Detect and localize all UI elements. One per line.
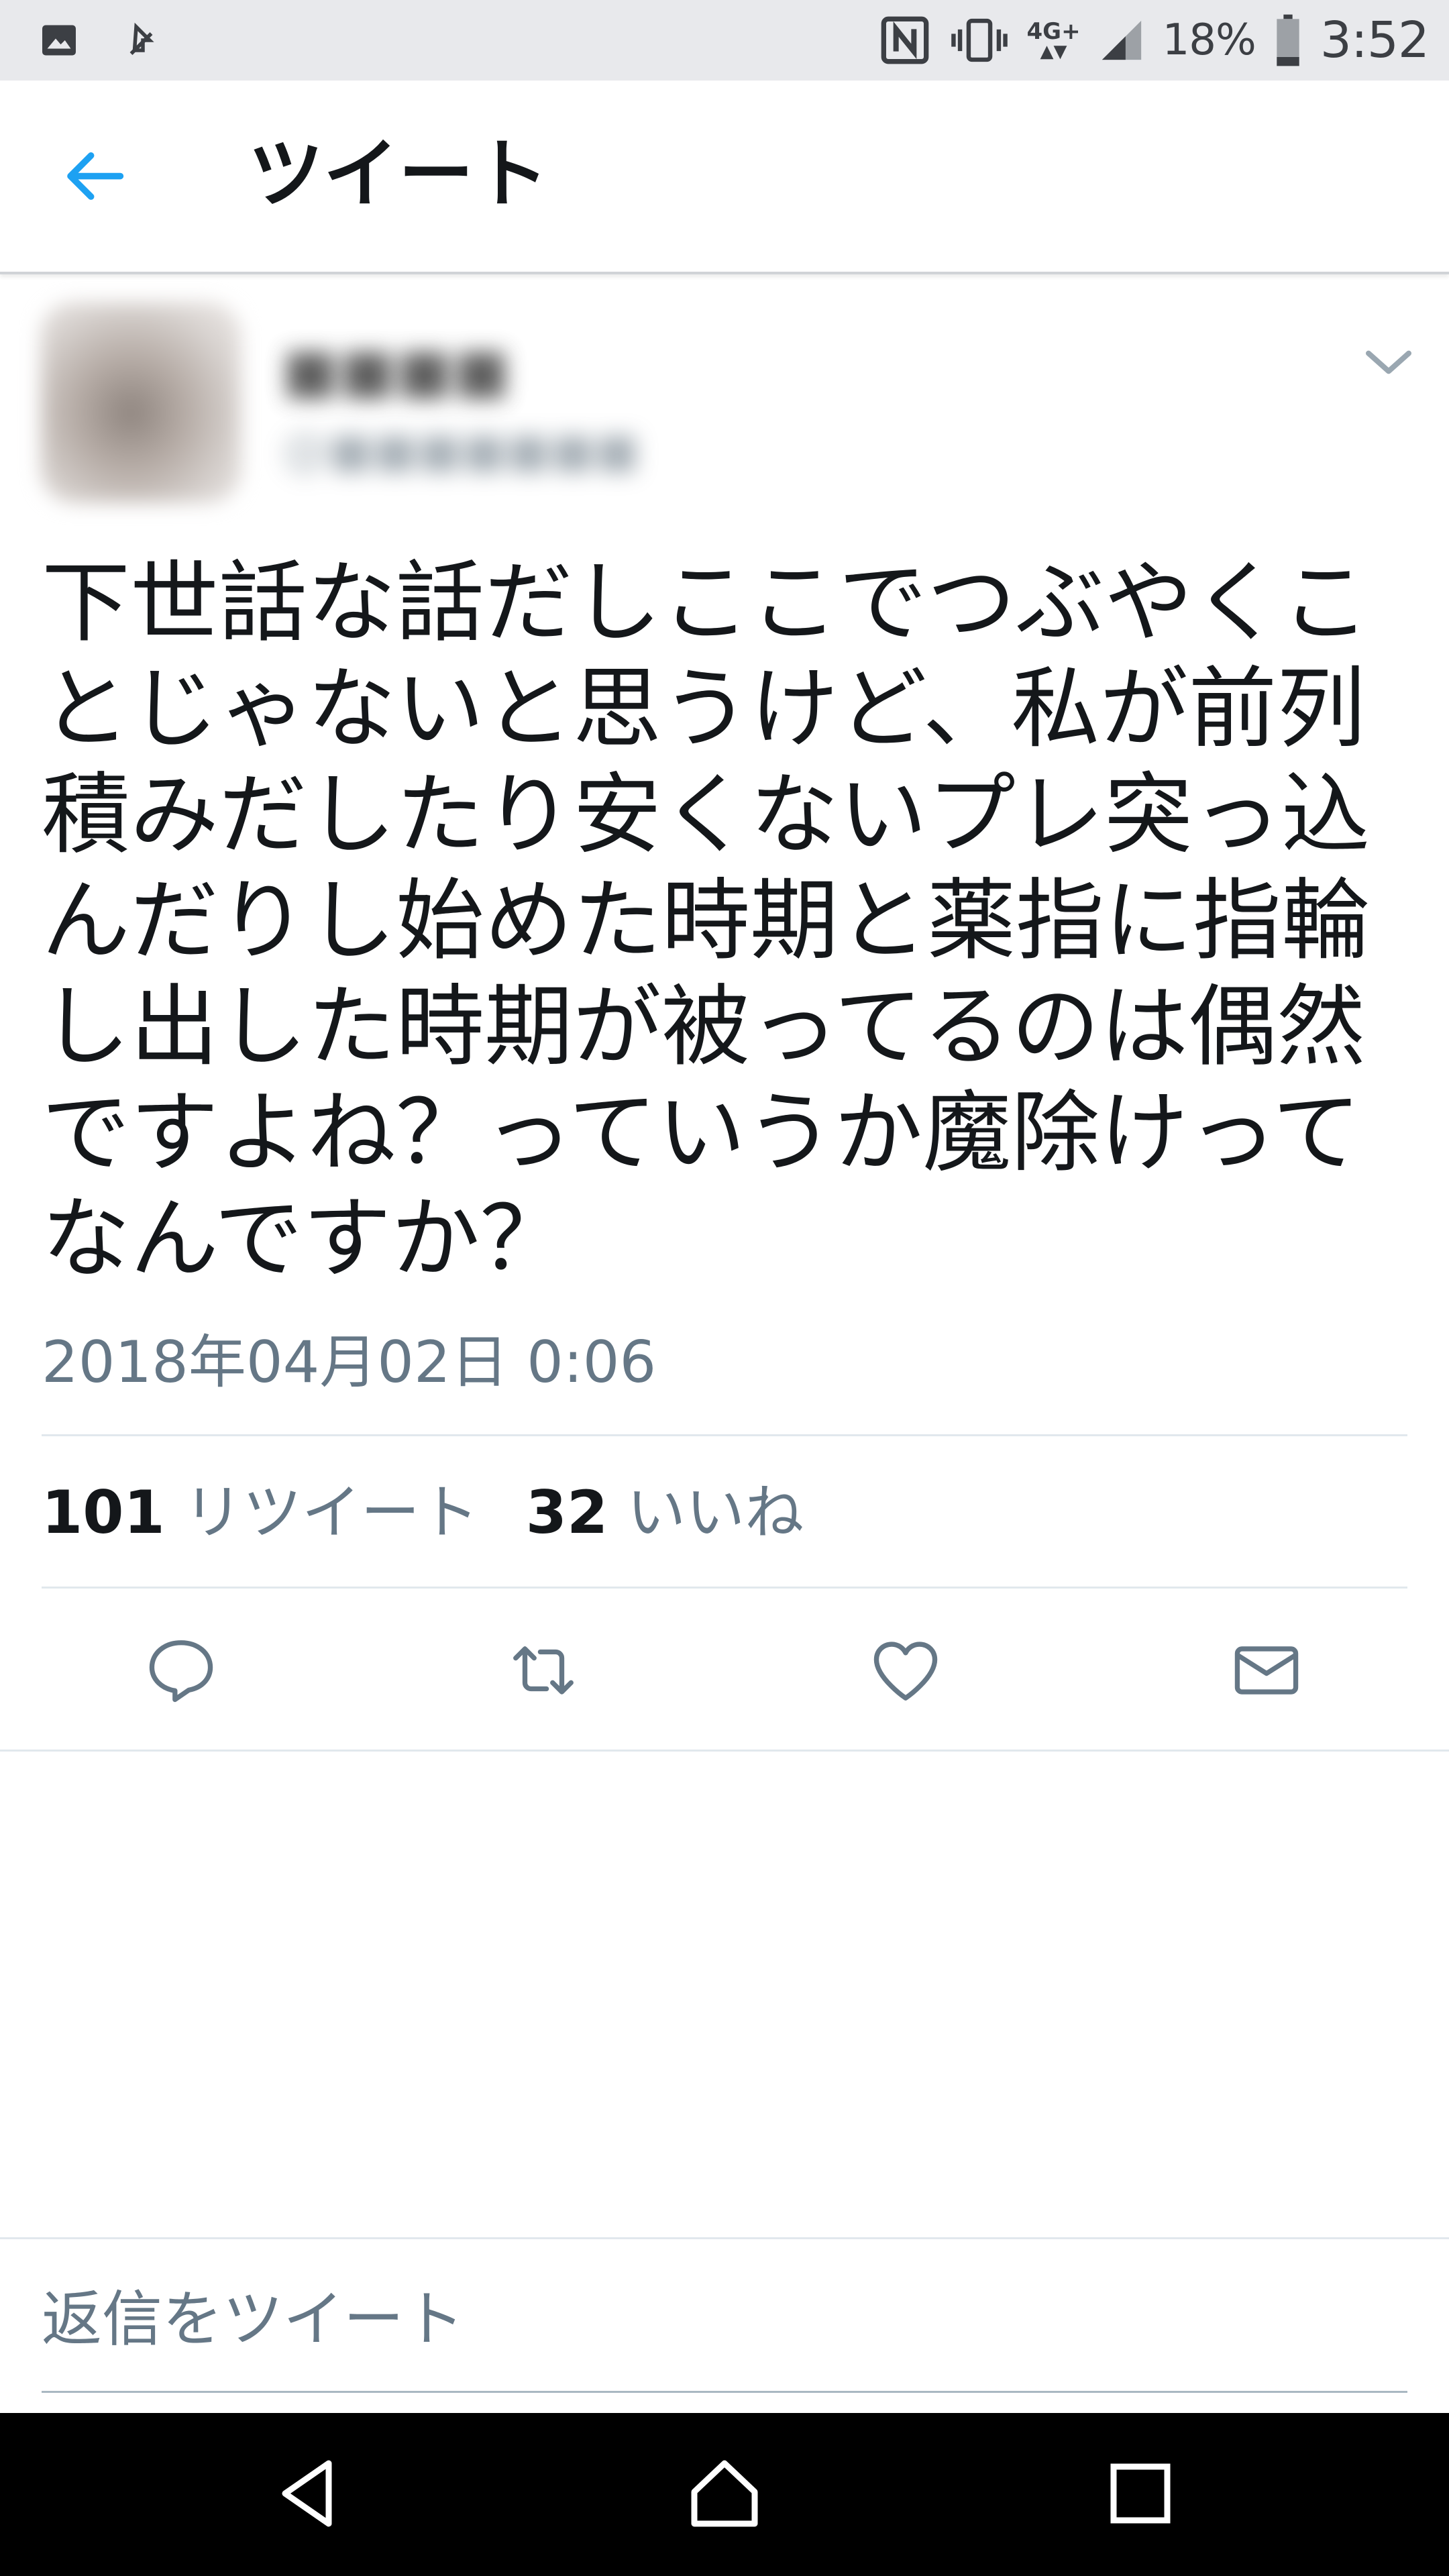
status-bar: 4G+ ▲▼ 18% 3:52 bbox=[0, 0, 1449, 80]
retweet-label: リツイート bbox=[183, 1478, 479, 1547]
battery-icon bbox=[1277, 14, 1299, 66]
tweet-stats: 101 リツイート 32 いいね bbox=[42, 1472, 851, 1553]
message-icon[interactable] bbox=[1230, 1633, 1303, 1707]
signal-icon bbox=[1102, 20, 1141, 60]
tweet-timestamp: 2018年04月02日 0:06 bbox=[42, 1329, 657, 1396]
reply-composer: 返信をツイート bbox=[0, 2237, 1449, 2415]
tweet-author[interactable]: ■■■■ @■■■■■■■ bbox=[34, 295, 1415, 510]
nfc-icon bbox=[881, 16, 928, 64]
like-icon[interactable] bbox=[869, 1633, 943, 1707]
author-handle[interactable]: @■■■■■■■ bbox=[282, 423, 639, 478]
app-header: ツイート bbox=[0, 80, 1449, 274]
author-name[interactable]: ■■■■ bbox=[282, 335, 510, 406]
system-nav-bar bbox=[0, 2413, 1449, 2576]
divider bbox=[42, 1434, 1407, 1436]
clock: 3:52 bbox=[1320, 11, 1430, 69]
avatar[interactable] bbox=[40, 302, 241, 503]
retweet-icon[interactable] bbox=[506, 1633, 580, 1707]
back-nav-icon[interactable] bbox=[268, 2453, 349, 2534]
page-title: ツイート bbox=[248, 131, 549, 218]
vibrate-icon bbox=[951, 18, 1008, 62]
reply-input[interactable]: 返信をツイート bbox=[42, 2279, 464, 2360]
tweet-text: 下世話な話だしここでつぶやくことじゃないと思うけど、私が前列積みだしたり安くない… bbox=[42, 551, 1370, 1291]
download-icon bbox=[129, 22, 154, 55]
divider bbox=[0, 1750, 1449, 1752]
like-label: いいね bbox=[627, 1478, 804, 1547]
home-nav-icon[interactable] bbox=[684, 2453, 765, 2534]
chevron-down-icon[interactable] bbox=[1362, 342, 1415, 382]
like-stat[interactable]: 32 いいね bbox=[526, 1472, 804, 1553]
recents-nav-icon[interactable] bbox=[1100, 2453, 1181, 2534]
network-type-label: 4G+ ▲▼ bbox=[1026, 18, 1081, 62]
like-count: 32 bbox=[525, 1478, 608, 1547]
battery-percent: 18% bbox=[1162, 15, 1256, 65]
retweet-count: 101 bbox=[42, 1478, 165, 1547]
tweet-actions bbox=[0, 1610, 1449, 1731]
reply-icon[interactable] bbox=[144, 1633, 218, 1707]
image-icon bbox=[42, 25, 76, 56]
retweet-stat[interactable]: 101 リツイート bbox=[42, 1472, 479, 1553]
reply-input-underline bbox=[42, 2391, 1407, 2393]
divider bbox=[42, 1587, 1407, 1589]
arrow-left-icon[interactable] bbox=[54, 141, 134, 211]
